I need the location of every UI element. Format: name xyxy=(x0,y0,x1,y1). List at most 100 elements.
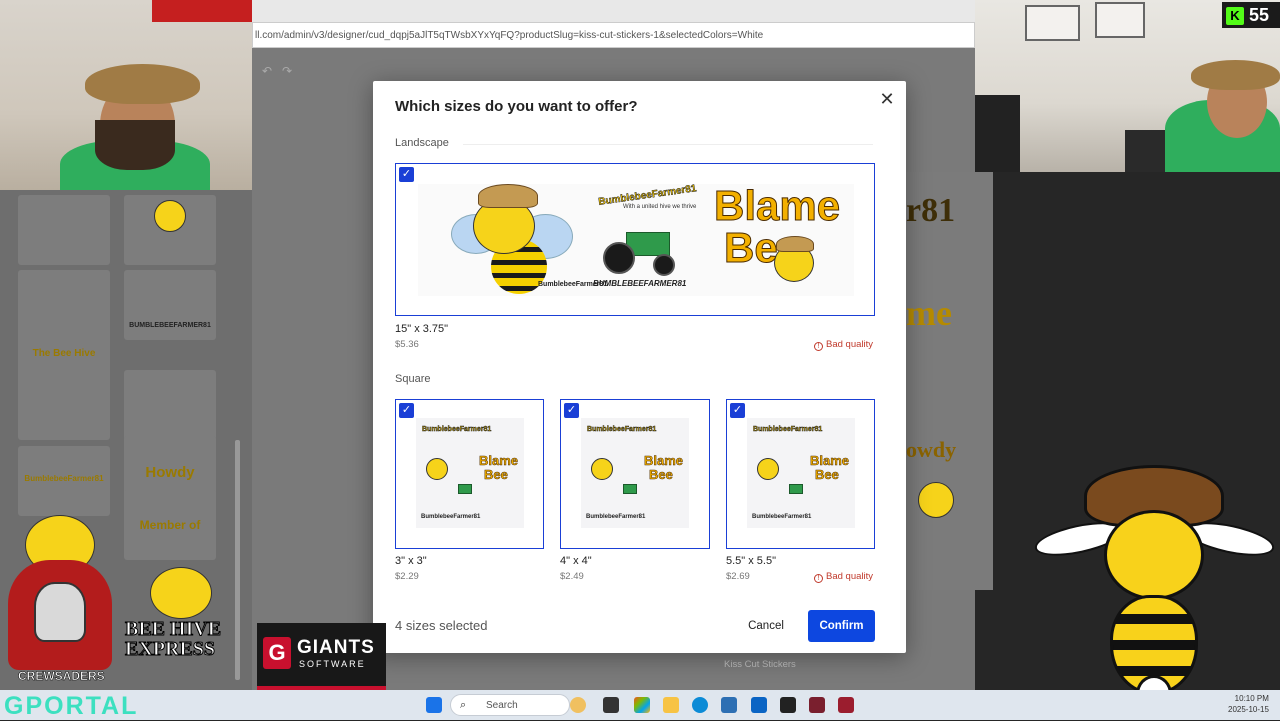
giants-text: GIANTS xyxy=(297,637,375,658)
selected-count: 4 sizes selected xyxy=(395,618,488,633)
url-bar[interactable]: ll.com/admin/v3/designer/cud_dqpj5aJlT5q… xyxy=(252,22,975,48)
knight-logo-icon xyxy=(8,560,112,670)
cowboy-hat-icon xyxy=(776,236,814,252)
checkbox-checked[interactable]: ✓ xyxy=(730,403,745,418)
checkbox-checked[interactable]: ✓ xyxy=(564,403,579,418)
sticker-preview-square: BumblebeeFarmer81 Blame Bee BumblebeeFar… xyxy=(581,418,689,528)
windows-start-icon[interactable] xyxy=(426,697,442,713)
size-price: $5.36 xyxy=(395,339,419,350)
sticker-farm-name-small: BumblebeeFarmer81 xyxy=(752,514,812,520)
edge-icon[interactable] xyxy=(692,697,708,713)
sticker-preview-square: BumblebeeFarmer81 Blame Bee BumblebeeFar… xyxy=(416,418,524,528)
sticker-farm-name-small: BumblebeeFarmer81 xyxy=(421,514,481,520)
file-explorer-icon[interactable] xyxy=(663,697,679,713)
size-price: $2.49 xyxy=(560,571,584,582)
sticker-blame-text: Blame xyxy=(713,182,841,229)
close-icon[interactable]: ✕ xyxy=(875,87,899,111)
crewsaders-text: CREWSADERS xyxy=(18,669,105,684)
sticker-farm-name: BumblebeeFarmer81 xyxy=(587,426,657,434)
bee-face-icon xyxy=(426,458,448,480)
sidebar-thumb[interactable] xyxy=(124,370,216,440)
modal-scrollbar[interactable] xyxy=(899,83,905,651)
kick-viewer-badge: K 55 xyxy=(1222,2,1280,28)
gaming-chair xyxy=(975,95,1020,172)
sidebar-thumb[interactable] xyxy=(124,195,216,265)
gportal-logo: GPORTAL xyxy=(4,692,139,720)
redo-icon[interactable]: ↷ xyxy=(282,64,292,78)
wall-sign xyxy=(1095,2,1145,38)
clock-date: 2025-10-15 xyxy=(1228,705,1269,714)
cowboy-hat-icon xyxy=(478,184,538,208)
webcam-person-hat xyxy=(85,64,200,104)
app-icon[interactable] xyxy=(721,697,737,713)
size-label: 15" x 3.75" xyxy=(395,323,449,335)
warning-icon: ! xyxy=(814,342,823,351)
square-section-label: Square xyxy=(395,373,431,385)
search-placeholder: Search xyxy=(486,700,518,711)
undo-icon[interactable]: ↶ xyxy=(262,64,272,78)
wall-sign xyxy=(1025,5,1080,41)
stream-logos: CREWSADERS BEE HIVE EXPRESS xyxy=(0,515,252,690)
sticker-tagline: With a united hive we thrive xyxy=(623,204,697,210)
outlook-icon[interactable] xyxy=(751,697,767,713)
checkbox-checked[interactable]: ✓ xyxy=(399,403,414,418)
sidebar-thumb[interactable] xyxy=(18,195,110,265)
warning-icon: ! xyxy=(814,574,823,583)
sticker-preview-landscape: BumblebeeFarmer81 With a united hive we … xyxy=(418,182,854,296)
sticker-blame-text: Blame xyxy=(810,453,850,468)
bee-face-icon xyxy=(591,458,613,480)
task-view-icon[interactable] xyxy=(603,697,619,713)
app-icon[interactable] xyxy=(780,697,796,713)
webcam-person-beard xyxy=(95,120,175,170)
preview-text-howdy: owdy xyxy=(906,437,957,462)
giants-g-icon: G xyxy=(263,637,291,669)
clock-time: 10:10 PM xyxy=(1234,694,1269,703)
size-option-square-4x4[interactable]: ✓ BumblebeeFarmer81 Blame Bee BumblebeeF… xyxy=(560,399,710,549)
size-option-square-5.5x5.5[interactable]: ✓ BumblebeeFarmer81 Blame Bee BumblebeeF… xyxy=(726,399,875,549)
tractor-wheel xyxy=(603,242,635,274)
knight-helmet-icon xyxy=(34,582,86,642)
size-selection-modal: Which sizes do you want to offer? ✕ Land… xyxy=(373,81,906,653)
size-price: $2.69 xyxy=(726,571,750,582)
app-icon[interactable] xyxy=(838,697,854,713)
sticker-farm-name: BumblebeeFarmer81 xyxy=(422,426,492,434)
webcam-person-hat xyxy=(1191,60,1280,90)
kick-icon: K xyxy=(1226,7,1244,25)
sticker-bee-text: Bee xyxy=(815,467,839,482)
sidebar-thumb[interactable] xyxy=(18,370,110,440)
sidebar-thumb[interactable]: BUMBLEBEEFARMER81 xyxy=(124,270,216,340)
copilot-icon[interactable] xyxy=(634,697,650,713)
size-label: 5.5" x 5.5" xyxy=(726,555,777,567)
bad-quality-text: Bad quality xyxy=(826,339,874,350)
tractor-icon xyxy=(458,484,472,494)
confirm-button[interactable]: Confirm xyxy=(808,610,875,642)
food-widget-icon[interactable] xyxy=(570,697,586,713)
sidebar-thumb[interactable]: BumblebeeFarmer81 xyxy=(18,446,110,516)
sticker-farm-name-small: BumblebeeFarmer81 xyxy=(538,281,608,288)
express-text: EXPRESS xyxy=(124,638,216,660)
bee-face-icon xyxy=(757,458,779,480)
browser-tabstrip xyxy=(252,0,975,22)
size-price: $2.29 xyxy=(395,571,419,582)
size-option-square-3x3[interactable]: ✓ BumblebeeFarmer81 Blame Bee BumblebeeF… xyxy=(395,399,544,549)
bee-face-icon xyxy=(1104,510,1204,600)
divider xyxy=(463,144,873,145)
app-icon[interactable] xyxy=(809,697,825,713)
preview-panel: r81 me owdy xyxy=(905,172,993,590)
preview-bee-icon xyxy=(918,482,954,518)
tractor-wheel xyxy=(653,254,675,276)
taskbar-clock[interactable]: 10:10 PM 2025-10-15 xyxy=(1228,693,1269,715)
taskbar-search[interactable]: ⌕ Search xyxy=(450,694,570,716)
viewer-count: 55 xyxy=(1249,5,1270,25)
sticker-bee-text: Bee xyxy=(484,467,508,482)
cancel-button[interactable]: Cancel xyxy=(738,610,794,642)
software-text: SOFTWARE xyxy=(299,659,366,669)
tractor-icon xyxy=(623,484,637,494)
bee-icon xyxy=(154,200,186,232)
bad-quality-text: Bad quality xyxy=(826,571,874,582)
size-option-landscape-15x3.75[interactable]: ✓ BumblebeeFarmer81 With a united hive w… xyxy=(395,163,875,316)
checkbox-checked[interactable]: ✓ xyxy=(399,167,414,182)
size-label: 4" x 4" xyxy=(560,555,592,567)
bad-quality-warning: ! Bad quality xyxy=(814,339,873,351)
sticker-bee-text: Bee xyxy=(649,467,673,482)
